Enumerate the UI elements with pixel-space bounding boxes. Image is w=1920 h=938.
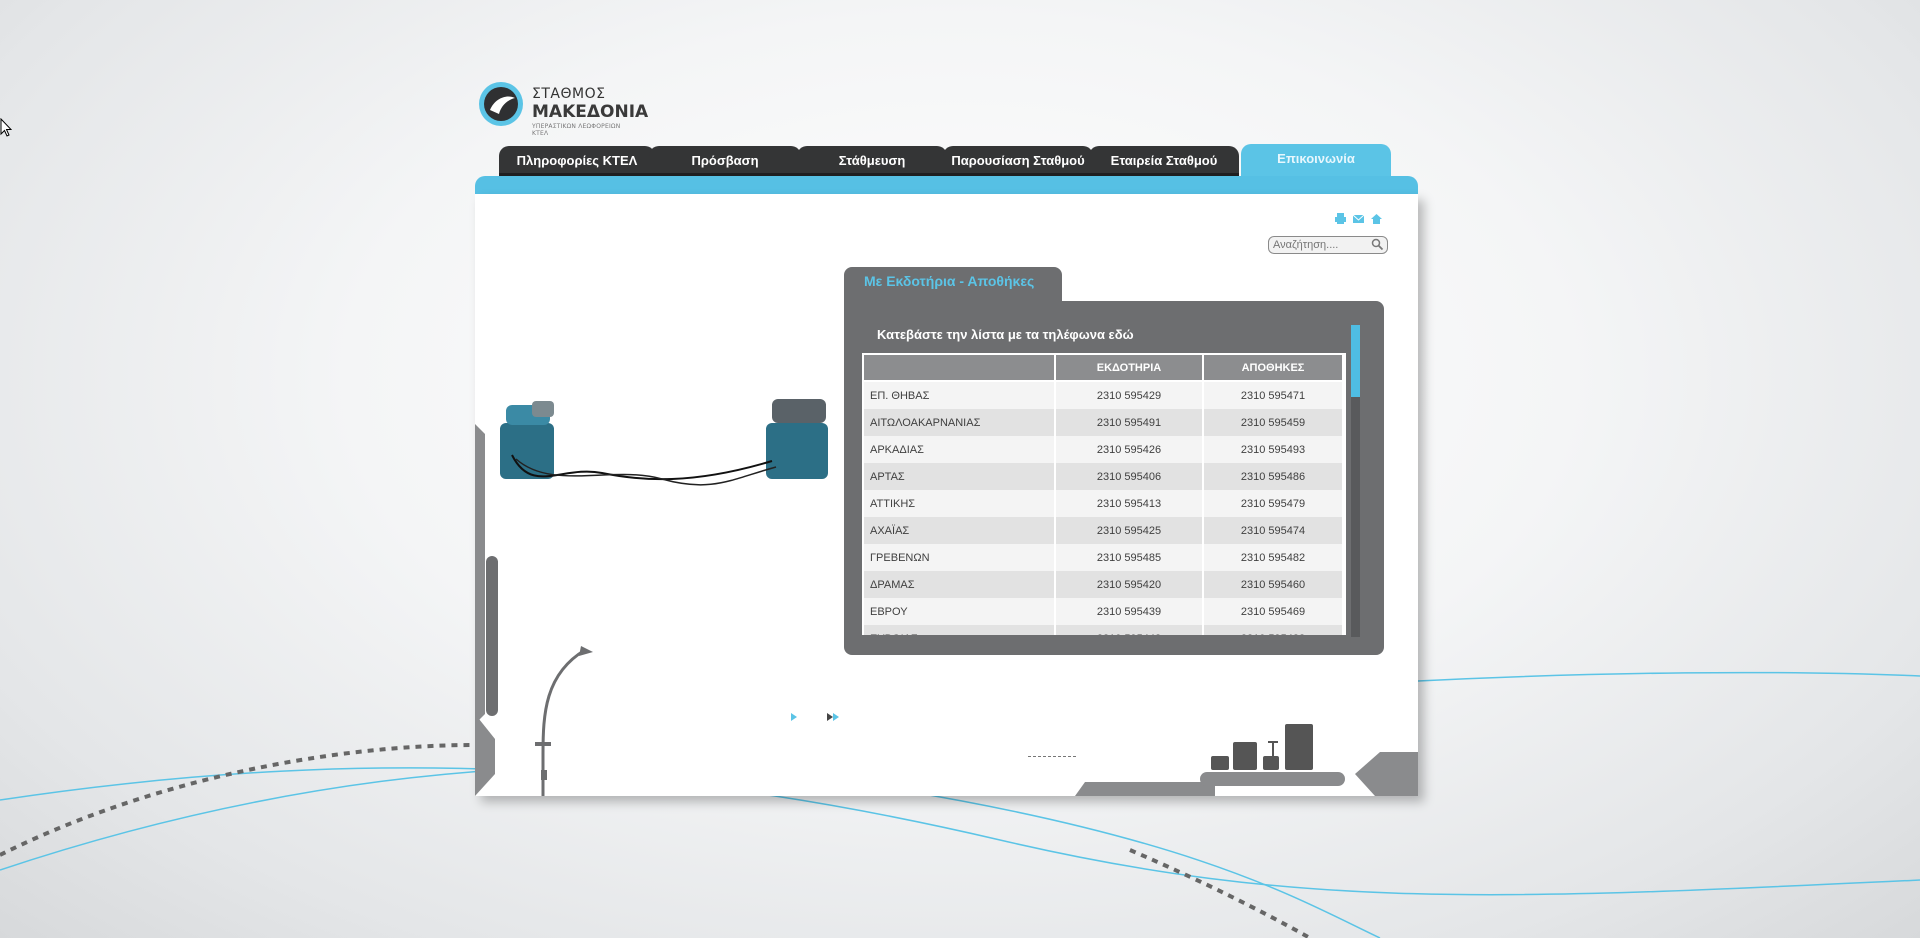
table-row: ΑΙΤΩΛΟΑΚΑΡΝΑΝΙΑΣ 2310 595491 2310 595459 — [862, 409, 1344, 436]
warehouse-phone-cell: 2310 595488 — [1202, 625, 1344, 635]
col-header-warehouses: ΑΠΟΘΗΚΕΣ — [1202, 353, 1344, 382]
warehouse-phone-cell: 2310 595469 — [1202, 598, 1344, 625]
table-row: ΕΠ. ΘΗΒΑΣ 2310 595429 2310 595471 — [862, 381, 1344, 409]
brand-logo[interactable]: ΣΤΑΘΜΟΣ ΜΑΚΕΔΟΝΙΑ ΥΠΕΡΑΣΤΙΚΩΝ ΛΕΩΦΟΡΕΙΩΝ… — [477, 80, 648, 137]
col-header-region — [862, 353, 1056, 382]
brand-tagline: ΥΠΕΡΑΣΤΙΚΩΝ ΛΕΩΦΟΡΕΙΩΝ ΚΤΕΛ — [532, 123, 621, 137]
region-cell: ΑΡΤΑΣ — [862, 463, 1056, 490]
content-tab-title: Με Εκδοτήρια - Αποθήκες — [864, 273, 1035, 289]
divider — [1028, 756, 1076, 759]
last-icon[interactable] — [826, 711, 842, 723]
table-row: ΓΡΕΒΕΝΩΝ 2310 595485 2310 595482 — [862, 544, 1344, 571]
ticket-phone-cell: 2310 595448 — [1054, 625, 1204, 635]
table-row: ΑΤΤΙΚΗΣ 2310 595413 2310 595479 — [862, 490, 1344, 517]
print-icon[interactable] — [1334, 212, 1347, 225]
ticket-phone-cell: 2310 595420 — [1054, 571, 1204, 598]
ticket-phone-cell: 2310 595491 — [1054, 409, 1204, 436]
download-phone-list-link[interactable]: Κατεβάστε την λίστα με τα τηλέφωνα εδώ — [877, 327, 1134, 342]
warehouse-phone-cell: 2310 595482 — [1202, 544, 1344, 571]
ticket-phone-cell: 2310 595485 — [1054, 544, 1204, 571]
phone-table: ΕΚΔΟΤΗΡΙΑ ΑΠΟΘΗΚΕΣ ΕΠ. ΘΗΒΑΣ 2310 595429… — [862, 353, 1344, 635]
search-input[interactable] — [1273, 237, 1369, 253]
mail-icon[interactable] — [1352, 212, 1365, 225]
ticket-phone-cell: 2310 595425 — [1054, 517, 1204, 544]
nav-tab-access[interactable]: Πρόσβαση — [649, 146, 801, 176]
ticket-phone-cell: 2310 595406 — [1054, 463, 1204, 490]
content-box: Κατεβάστε την λίστα με τα τηλέφωνα εδώ Ε… — [844, 301, 1384, 655]
brand-line1: ΣΤΑΘΜΟΣ — [532, 86, 606, 102]
ticket-phone-cell: 2310 595426 — [1054, 436, 1204, 463]
ticket-phone-cell: 2310 595439 — [1054, 598, 1204, 625]
ticket-phone-cell: 2310 595429 — [1054, 381, 1204, 409]
nav-tab-parking[interactable]: Στάθμευση — [797, 146, 947, 176]
warehouse-phone-cell: 2310 595459 — [1202, 409, 1344, 436]
table-row: ΕΒΡΟΥ 2310 595439 2310 595469 — [862, 598, 1344, 625]
nav-tab-ktel-info[interactable]: Πληροφορίες ΚΤΕΛ — [499, 146, 655, 176]
region-cell: ΑΙΤΩΛΟΑΚΑΡΝΑΝΙΑΣ — [862, 409, 1056, 436]
brand-line2: ΜΑΚΕΔΟΝΙΑ — [532, 102, 649, 122]
search-icon[interactable] — [1371, 238, 1384, 251]
phone-table-container: ΕΚΔΟΤΗΡΙΑ ΑΠΟΘΗΚΕΣ ΕΠ. ΘΗΒΑΣ 2310 595429… — [862, 353, 1346, 635]
content-tab[interactable]: Με Εκδοτήρια - Αποθήκες — [844, 267, 1062, 301]
region-cell: ΕΥΒΟΙΑΣ — [862, 625, 1056, 635]
table-row: ΕΥΒΟΙΑΣ 2310 595448 2310 595488 — [862, 625, 1344, 635]
warehouse-phone-cell: 2310 595471 — [1202, 381, 1344, 409]
table-row: ΑΡΚΑΔΙΑΣ 2310 595426 2310 595493 — [862, 436, 1344, 463]
scrollbar-thumb[interactable] — [1351, 325, 1360, 397]
search-box — [1268, 236, 1388, 254]
table-row: ΑΧΑΪΑΣ 2310 595425 2310 595474 — [862, 517, 1344, 544]
table-header-row: ΕΚΔΟΤΗΡΙΑ ΑΠΟΘΗΚΕΣ — [862, 353, 1344, 382]
logo-mark-icon — [479, 82, 523, 126]
warehouse-phone-cell: 2310 595479 — [1202, 490, 1344, 517]
warehouse-phone-cell: 2310 595460 — [1202, 571, 1344, 598]
nav-bar — [475, 176, 1418, 194]
mouse-cursor-icon — [0, 118, 12, 137]
nav-tab-contact[interactable]: Επικοινωνία — [1241, 144, 1391, 180]
nav-tab-station-presentation[interactable]: Παρουσίαση Σταθμού — [943, 146, 1093, 176]
region-cell: ΓΡΕΒΕΝΩΝ — [862, 544, 1056, 571]
warehouse-phone-cell: 2310 595474 — [1202, 517, 1344, 544]
table-row: ΔΡΑΜΑΣ 2310 595420 2310 595460 — [862, 571, 1344, 598]
region-cell: ΔΡΑΜΑΣ — [862, 571, 1056, 598]
nav-tab-station-company[interactable]: Εταιρεία Σταθμού — [1089, 146, 1239, 176]
telephones-image — [492, 395, 840, 495]
region-cell: ΑΡΚΑΔΙΑΣ — [862, 436, 1056, 463]
warehouse-phone-cell: 2310 595486 — [1202, 463, 1344, 490]
region-cell: ΑΧΑΪΑΣ — [862, 517, 1056, 544]
region-cell: ΕΠ. ΘΗΒΑΣ — [862, 381, 1056, 409]
table-row: ΑΡΤΑΣ 2310 595406 2310 595486 — [862, 463, 1344, 490]
next-icon[interactable] — [789, 711, 799, 723]
warehouse-phone-cell: 2310 595493 — [1202, 436, 1344, 463]
region-cell: ΑΤΤΙΚΗΣ — [862, 490, 1056, 517]
col-header-tickets: ΕΚΔΟΤΗΡΙΑ — [1054, 353, 1204, 382]
ticket-phone-cell: 2310 595413 — [1054, 490, 1204, 517]
region-cell: ΕΒΡΟΥ — [862, 598, 1056, 625]
home-icon[interactable] — [1370, 212, 1383, 225]
